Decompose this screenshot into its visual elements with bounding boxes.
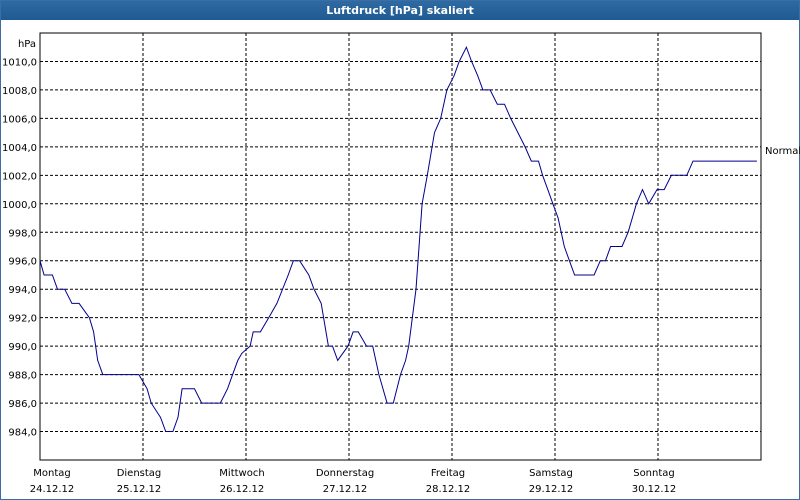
- plot-frame: [39, 32, 762, 461]
- y-tick-label: 1002,0: [2, 171, 37, 182]
- y-tick-label: 1004,0: [2, 143, 37, 154]
- grid-layer: [40, 33, 761, 460]
- x-tick-day-label: Donnerstag: [316, 468, 374, 479]
- x-tick-day-label: Freitag: [431, 468, 465, 479]
- normal-reference-label: Normal: [765, 146, 800, 157]
- y-tick-label: 992,0: [8, 314, 37, 325]
- y-tick-label: 994,0: [8, 285, 37, 296]
- x-tick-date-label: 27.12.12: [323, 484, 368, 495]
- x-tick-day-label: Montag: [33, 468, 70, 479]
- y-tick-label: 998,0: [8, 228, 37, 239]
- x-tick-day-label: Mittwoch: [219, 468, 264, 479]
- pressure-chart: 984,0 986,0 988,0 990,0 992,0 994,0 996,0 998,0…: [2, 32, 800, 495]
- y-tick-label: 1008,0: [2, 86, 37, 97]
- x-tick-date-label: 28.12.12: [426, 484, 471, 495]
- y-tick-label: 996,0: [8, 257, 37, 268]
- y-tick-label: 984,0: [8, 428, 37, 439]
- x-tick-date-label: 26.12.12: [220, 484, 265, 495]
- y-tick-label: 1000,0: [2, 200, 37, 211]
- x-tick-date-label: 30.12.12: [632, 484, 677, 495]
- x-axis: Montag 24.12.12 Dienstag 25.12.12 Mittwoch 26…: [30, 468, 677, 495]
- x-tick-day-label: Sonntag: [633, 468, 675, 479]
- y-axis: 984,0 986,0 988,0 990,0 992,0 994,0 996,0 998,0…: [2, 57, 37, 438]
- y-tick-label: 1010,0: [2, 57, 37, 68]
- x-tick-day-label: Samstag: [529, 468, 573, 479]
- y-tick-label: 986,0: [8, 399, 37, 410]
- y-tick-label: 1006,0: [2, 114, 37, 125]
- y-tick-label: 990,0: [8, 342, 37, 353]
- x-tick-date-label: 29.12.12: [529, 484, 574, 495]
- x-tick-date-label: 24.12.12: [30, 484, 75, 495]
- pressure-line: [39, 45, 757, 432]
- x-tick-date-label: 25.12.12: [117, 484, 162, 495]
- y-axis-unit-label: hPa: [18, 39, 36, 50]
- x-tick-day-label: Dienstag: [117, 468, 162, 479]
- y-tick-label: 988,0: [8, 371, 37, 382]
